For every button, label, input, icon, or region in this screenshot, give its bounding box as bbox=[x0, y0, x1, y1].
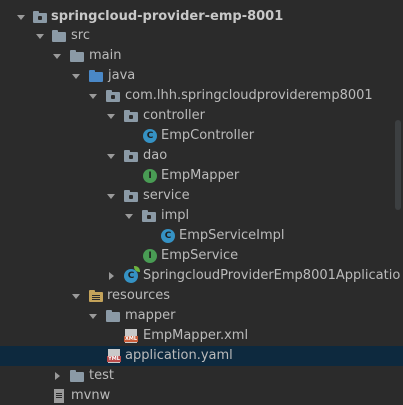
emp-service-impl-label: EmpServiceImpl bbox=[179, 228, 285, 243]
package-label: com.lhh.springcloudprovideremp8001 bbox=[125, 88, 373, 103]
chevron-right-icon[interactable] bbox=[109, 272, 114, 280]
service-label: service bbox=[143, 188, 190, 203]
tree-row-src[interactable]: src bbox=[0, 26, 403, 46]
tree-row-impl[interactable]: impl bbox=[0, 206, 403, 226]
java-label: java bbox=[108, 68, 136, 83]
resources-folder-icon bbox=[89, 289, 103, 303]
main-label: main bbox=[89, 48, 122, 63]
folder-icon bbox=[106, 309, 120, 323]
package-icon bbox=[106, 89, 120, 103]
tree-row-clipped bbox=[0, 0, 403, 6]
class-icon: C bbox=[161, 229, 175, 243]
chevron-down-icon[interactable] bbox=[72, 294, 80, 299]
tree-row-service[interactable]: service bbox=[0, 186, 403, 206]
tree-row-main[interactable]: main bbox=[0, 46, 403, 66]
package-icon bbox=[124, 189, 138, 203]
tree-row-package[interactable]: com.lhh.springcloudprovideremp8001 bbox=[0, 86, 403, 106]
project-tree-panel: springcloud-provider-emp-8001 src main j… bbox=[0, 0, 403, 405]
emp-controller-label: EmpController bbox=[161, 128, 255, 143]
mvnw-label: mvnw bbox=[71, 388, 111, 403]
emp-mapper-label: EmpMapper bbox=[161, 168, 240, 183]
src-label: src bbox=[71, 28, 90, 43]
application-yaml-label: application.yaml bbox=[125, 348, 233, 363]
tree-row-emp-service[interactable]: I EmpService bbox=[0, 246, 403, 266]
chevron-down-icon[interactable] bbox=[125, 214, 133, 219]
chevron-down-icon[interactable] bbox=[107, 194, 115, 199]
yaml-file-icon: YML bbox=[107, 349, 121, 363]
dao-label: dao bbox=[143, 148, 168, 163]
tree-row-resources[interactable]: resources bbox=[0, 286, 403, 306]
script-file-icon bbox=[52, 389, 66, 403]
tree-row-application-yaml[interactable]: YML application.yaml bbox=[0, 346, 403, 366]
class-icon: C bbox=[143, 129, 157, 143]
chevron-down-icon[interactable] bbox=[89, 94, 97, 99]
folder-icon bbox=[70, 49, 84, 63]
tree-row-emp-controller[interactable]: C EmpController bbox=[0, 126, 403, 146]
folder-icon bbox=[70, 369, 84, 383]
chevron-down-icon[interactable] bbox=[72, 74, 80, 79]
chevron-down-icon[interactable] bbox=[89, 314, 97, 319]
chevron-down-icon[interactable] bbox=[17, 15, 25, 20]
spring-boot-class-icon: C bbox=[124, 266, 140, 283]
vertical-scrollbar[interactable] bbox=[395, 120, 401, 210]
chevron-down-icon[interactable] bbox=[53, 54, 61, 59]
resources-label: resources bbox=[107, 288, 171, 303]
tree-row-emp-mapper-xml[interactable]: XML EmpMapper.xml bbox=[0, 326, 403, 346]
tree-row-controller[interactable]: controller bbox=[0, 106, 403, 126]
package-icon bbox=[124, 149, 138, 163]
tree-row-java[interactable]: java bbox=[0, 66, 403, 86]
module-folder-icon bbox=[33, 10, 47, 24]
tree-row-root[interactable]: springcloud-provider-emp-8001 bbox=[0, 7, 403, 27]
interface-icon: I bbox=[143, 169, 157, 183]
package-icon bbox=[124, 109, 138, 123]
chevron-down-icon[interactable] bbox=[107, 114, 115, 119]
tree-row-mvnw[interactable]: mvnw bbox=[0, 386, 403, 405]
emp-mapper-xml-label: EmpMapper.xml bbox=[143, 328, 249, 343]
root-module-label: springcloud-provider-emp-8001 bbox=[51, 9, 284, 24]
chevron-down-icon[interactable] bbox=[107, 154, 115, 159]
chevron-right-icon[interactable] bbox=[55, 372, 60, 380]
test-label: test bbox=[89, 368, 114, 383]
tree-row-dao[interactable]: dao bbox=[0, 146, 403, 166]
interface-icon: I bbox=[143, 249, 157, 263]
source-folder-icon bbox=[89, 69, 103, 83]
mapper-folder-label: mapper bbox=[125, 308, 176, 323]
chevron-down-icon[interactable] bbox=[36, 34, 44, 39]
package-icon bbox=[142, 209, 156, 223]
tree-row-application-class[interactable]: C SpringcloudProviderEmp8001Applicatio bbox=[0, 266, 403, 286]
xml-file-icon: XML bbox=[124, 329, 138, 343]
folder-icon bbox=[52, 29, 66, 43]
tree-row-mapper-folder[interactable]: mapper bbox=[0, 306, 403, 326]
impl-label: impl bbox=[161, 208, 190, 223]
emp-service-label: EmpService bbox=[161, 248, 239, 263]
tree-row-emp-mapper[interactable]: I EmpMapper bbox=[0, 166, 403, 186]
controller-label: controller bbox=[143, 108, 206, 123]
application-class-label: SpringcloudProviderEmp8001Applicatio bbox=[143, 268, 401, 283]
tree-row-emp-service-impl[interactable]: C EmpServiceImpl bbox=[0, 226, 403, 246]
tree-row-test[interactable]: test bbox=[0, 366, 403, 386]
